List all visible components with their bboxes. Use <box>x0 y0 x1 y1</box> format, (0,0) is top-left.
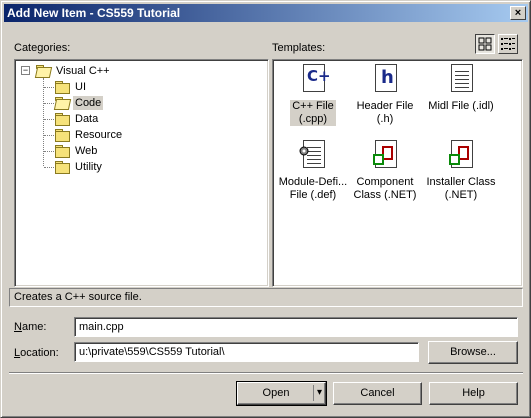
location-label: Location: <box>14 347 59 359</box>
open-label: Open <box>262 387 290 399</box>
tree-item-utility[interactable]: Utility <box>54 159 104 175</box>
header-file-icon: h <box>369 64 401 96</box>
template-component-class[interactable]: Component Class (.NET) <box>345 140 425 210</box>
template-cpp-file[interactable]: C+ C++ File (.cpp) <box>273 64 353 134</box>
tree-item-label: Web <box>75 145 98 157</box>
tree-item-data[interactable]: Data <box>54 111 100 127</box>
template-label: Class (.NET) <box>353 189 417 201</box>
window-title: Add New Item - CS559 Tutorial <box>7 6 181 20</box>
template-label: Module-Defi... <box>278 176 348 188</box>
template-label: (.cpp) <box>298 113 328 125</box>
description-text: Creates a C++ source file. <box>14 291 142 303</box>
tree-item-label: Utility <box>75 161 102 173</box>
large-icons-icon <box>478 37 492 51</box>
description-bar: Creates a C++ source file. <box>9 288 523 307</box>
tree-item-web[interactable]: Web <box>54 143 99 159</box>
template-label: (.h) <box>376 113 394 125</box>
folder-icon <box>54 129 70 142</box>
module-definition-icon <box>297 140 329 172</box>
tree-item-label: Code <box>73 96 104 110</box>
template-label: Installer Class <box>426 176 496 188</box>
dropdown-arrow-icon[interactable]: ▾ <box>313 385 325 401</box>
template-installer-class[interactable]: Installer Class (.NET) <box>420 140 502 210</box>
tree-item-resource[interactable]: Resource <box>54 127 124 143</box>
list-icon <box>501 38 515 50</box>
add-new-item-dialog: Add New Item - CS559 Tutorial × Categori… <box>0 0 531 418</box>
large-icons-view-button[interactable] <box>475 34 495 54</box>
cancel-button[interactable]: Cancel <box>333 382 422 405</box>
name-input[interactable]: main.cpp <box>74 317 518 337</box>
template-module-definition-file[interactable]: Module-Defi... File (.def) <box>273 140 353 210</box>
open-button[interactable]: Open ▾ <box>236 381 327 406</box>
name-label-rest: ame: <box>21 321 47 333</box>
collapse-toggle[interactable]: − <box>21 66 30 75</box>
tree-item-label: Data <box>75 113 99 125</box>
open-folder-icon <box>35 65 51 77</box>
folder-icon <box>54 161 70 174</box>
cpp-file-icon: C+ <box>297 64 331 96</box>
location-input[interactable]: u:\private\559\CS559 Tutorial\ <box>74 342 419 362</box>
template-label: (.NET) <box>444 189 478 201</box>
categories-label: Categories: <box>14 42 71 54</box>
tree-item-label: UI <box>75 81 86 93</box>
title-bar[interactable]: Add New Item - CS559 Tutorial × <box>4 4 528 22</box>
tree-item-ui[interactable]: UI <box>54 79 88 95</box>
template-label: Component <box>356 176 414 188</box>
browse-button[interactable]: Browse... <box>428 341 518 364</box>
cancel-label: Cancel <box>360 387 395 399</box>
template-label: File (.def) <box>289 189 337 201</box>
template-label: C++ File <box>292 100 334 112</box>
help-button[interactable]: Help <box>429 382 518 405</box>
list-view-button[interactable] <box>498 34 518 54</box>
browse-label: Browse... <box>450 346 496 358</box>
close-button[interactable]: × <box>510 6 526 20</box>
template-midl-file[interactable]: Midl File (.idl) <box>420 64 502 134</box>
midl-file-icon <box>445 64 477 96</box>
help-label: Help <box>462 387 485 399</box>
tree-item-visual-cpp[interactable]: Visual C++ <box>35 63 112 79</box>
template-header-file[interactable]: h Header File (.h) <box>345 64 425 134</box>
template-label: Midl File (.idl) <box>428 100 494 112</box>
templates-label: Templates: <box>272 42 326 54</box>
categories-tree[interactable]: − Visual C++ UI Code Data Resource Web U… <box>14 59 269 287</box>
open-folder-icon <box>54 97 70 109</box>
tree-item-label: Resource <box>75 129 123 141</box>
folder-icon <box>54 81 70 94</box>
name-label: Name: <box>14 321 47 333</box>
gear-icon <box>299 146 309 156</box>
folder-icon <box>54 145 70 158</box>
templates-list[interactable]: C+ C++ File (.cpp) h Header File (.h) Mi… <box>272 59 523 287</box>
tree-item-label: Visual C++ <box>56 65 110 77</box>
folder-icon <box>54 113 70 126</box>
installer-class-icon <box>445 140 477 172</box>
component-class-icon <box>369 140 401 172</box>
template-label: Header File <box>356 100 414 112</box>
tree-item-code[interactable]: Code <box>54 95 104 111</box>
separator <box>9 372 523 374</box>
